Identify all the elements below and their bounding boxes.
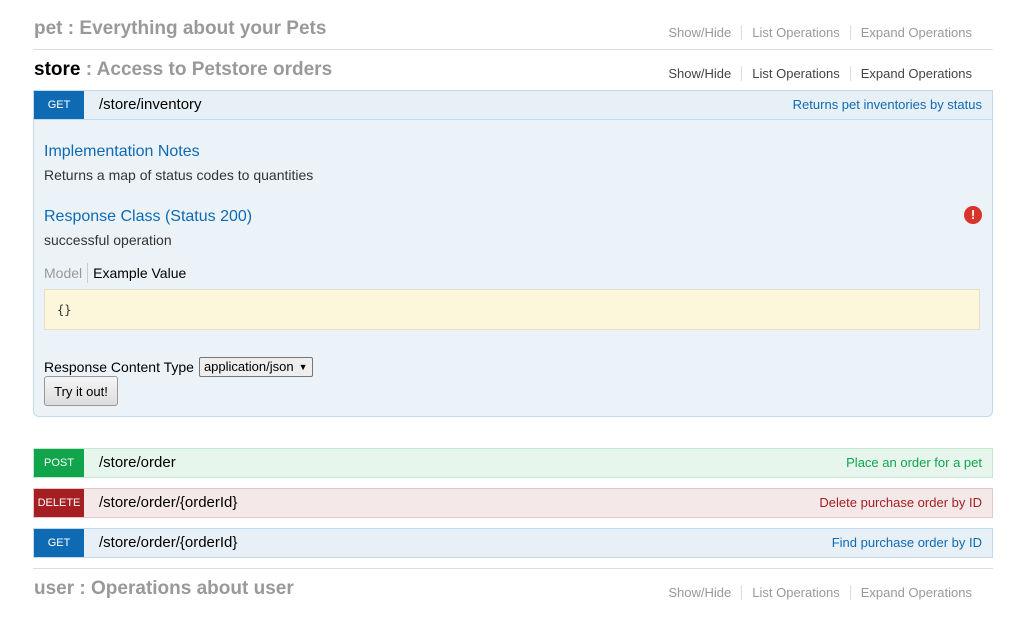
resource-store: store : Access to Petstore orders Show/H… xyxy=(33,51,993,91)
error-icon[interactable]: ! xyxy=(964,206,982,224)
try-it-out-button[interactable]: Try it out! xyxy=(44,376,118,406)
content-type-value: application/json xyxy=(203,359,294,374)
implementation-notes-text: Returns a map of status codes to quantit… xyxy=(44,167,314,183)
response-content-type: Response Content Type application/json ▼ xyxy=(44,357,313,377)
resource-user: user : Operations about user Show/Hide L… xyxy=(33,570,993,610)
content-type-label: Response Content Type xyxy=(44,359,194,375)
operation-path[interactable]: /store/order/{orderId} xyxy=(99,489,237,517)
resource-name: user xyxy=(34,578,75,599)
method-badge[interactable]: GET xyxy=(34,91,84,119)
divider xyxy=(33,568,993,569)
resource-description: Access to Petstore orders xyxy=(96,59,333,80)
operation-summary[interactable]: Find purchase order by ID xyxy=(832,529,982,557)
model-tabs: Model Example Value xyxy=(44,263,191,283)
implementation-notes-heading: Implementation Notes xyxy=(44,143,200,160)
response-class-text: successful operation xyxy=(44,232,172,248)
resource-name: pet xyxy=(34,18,63,39)
list-operations-link[interactable]: List Operations xyxy=(741,25,849,40)
resource-description: Everything about your Pets xyxy=(79,18,327,39)
operation-delete-order[interactable]: DELETE /store/order/{orderId} Delete pur… xyxy=(33,488,993,518)
resource-title-pet[interactable]: pet : Everything about your Pets xyxy=(34,18,326,40)
resource-name: store xyxy=(34,59,81,80)
method-badge[interactable]: GET xyxy=(34,529,84,557)
resource-title-store[interactable]: store : Access to Petstore orders xyxy=(34,59,332,81)
expand-operations-link[interactable]: Expand Operations xyxy=(849,585,982,600)
tab-example-value[interactable]: Example Value xyxy=(93,263,191,283)
operation-path[interactable]: /store/order xyxy=(99,449,176,477)
resource-links: Show/Hide List Operations Expand Operati… xyxy=(658,66,982,81)
show-hide-link[interactable]: Show/Hide xyxy=(658,585,741,600)
show-hide-link[interactable]: Show/Hide xyxy=(658,25,741,40)
content-type-select[interactable]: application/json ▼ xyxy=(198,357,313,377)
method-badge[interactable]: POST xyxy=(34,449,84,477)
dropdown-arrow-icon: ▼ xyxy=(298,362,308,372)
expand-operations-link[interactable]: Expand Operations xyxy=(849,25,982,40)
divider xyxy=(33,49,993,50)
method-badge[interactable]: DELETE xyxy=(34,489,84,517)
example-value-code: {} xyxy=(44,289,980,330)
resource-description: Operations about user xyxy=(91,578,294,599)
operation-get-inventory[interactable]: GET /store/inventory Returns pet invento… xyxy=(33,90,993,120)
operation-summary[interactable]: Place an order for a pet xyxy=(846,449,982,477)
resource-title-user[interactable]: user : Operations about user xyxy=(34,578,294,600)
tab-model[interactable]: Model xyxy=(44,263,89,283)
operation-summary[interactable]: Delete purchase order by ID xyxy=(819,489,982,517)
operation-path[interactable]: /store/order/{orderId} xyxy=(99,529,237,557)
resource-pet: pet : Everything about your Pets Show/Hi… xyxy=(33,10,993,50)
operation-details: Implementation Notes Returns a map of st… xyxy=(33,120,993,417)
resource-links: Show/Hide List Operations Expand Operati… xyxy=(658,585,982,600)
resource-links: Show/Hide List Operations Expand Operati… xyxy=(658,25,982,40)
operation-summary[interactable]: Returns pet inventories by status xyxy=(793,91,982,119)
list-operations-link[interactable]: List Operations xyxy=(741,66,849,81)
operation-get-order[interactable]: GET /store/order/{orderId} Find purchase… xyxy=(33,528,993,558)
list-operations-link[interactable]: List Operations xyxy=(741,585,849,600)
operation-path[interactable]: /store/inventory xyxy=(99,91,202,119)
expand-operations-link[interactable]: Expand Operations xyxy=(849,66,982,81)
show-hide-link[interactable]: Show/Hide xyxy=(658,66,741,81)
response-class-heading: Response Class (Status 200) xyxy=(44,208,253,225)
operation-post-order[interactable]: POST /store/order Place an order for a p… xyxy=(33,448,993,478)
